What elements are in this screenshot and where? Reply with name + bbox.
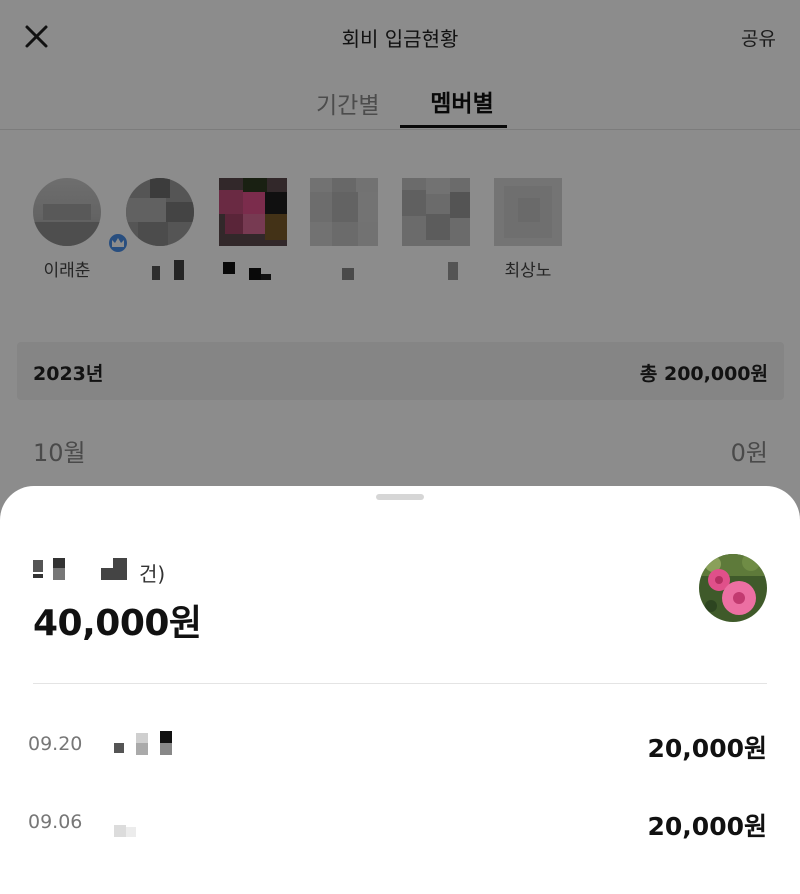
member-subtitle-text: 건) — [139, 562, 166, 586]
transaction-date: 09.20 — [28, 733, 83, 755]
transaction-amount: 20,000원 — [647, 734, 767, 763]
member-total-amount: 40,000원 — [33, 603, 202, 644]
transaction-payer — [112, 729, 182, 759]
transaction-date: 09.06 — [28, 811, 83, 833]
flower-photo-icon — [699, 554, 767, 622]
member-avatar — [699, 554, 767, 622]
transaction-payer — [112, 807, 182, 837]
transaction-row[interactable]: 09.06 20,000원 — [0, 801, 800, 845]
divider — [33, 683, 767, 684]
transaction-amount: 20,000원 — [647, 812, 767, 841]
member-detail-sheet: 건) 40,000원 09.20 20,000원 09.06 20,000원 — [0, 486, 800, 894]
transaction-row[interactable]: 09.20 20,000원 — [0, 723, 800, 767]
sheet-drag-handle[interactable] — [376, 494, 424, 500]
